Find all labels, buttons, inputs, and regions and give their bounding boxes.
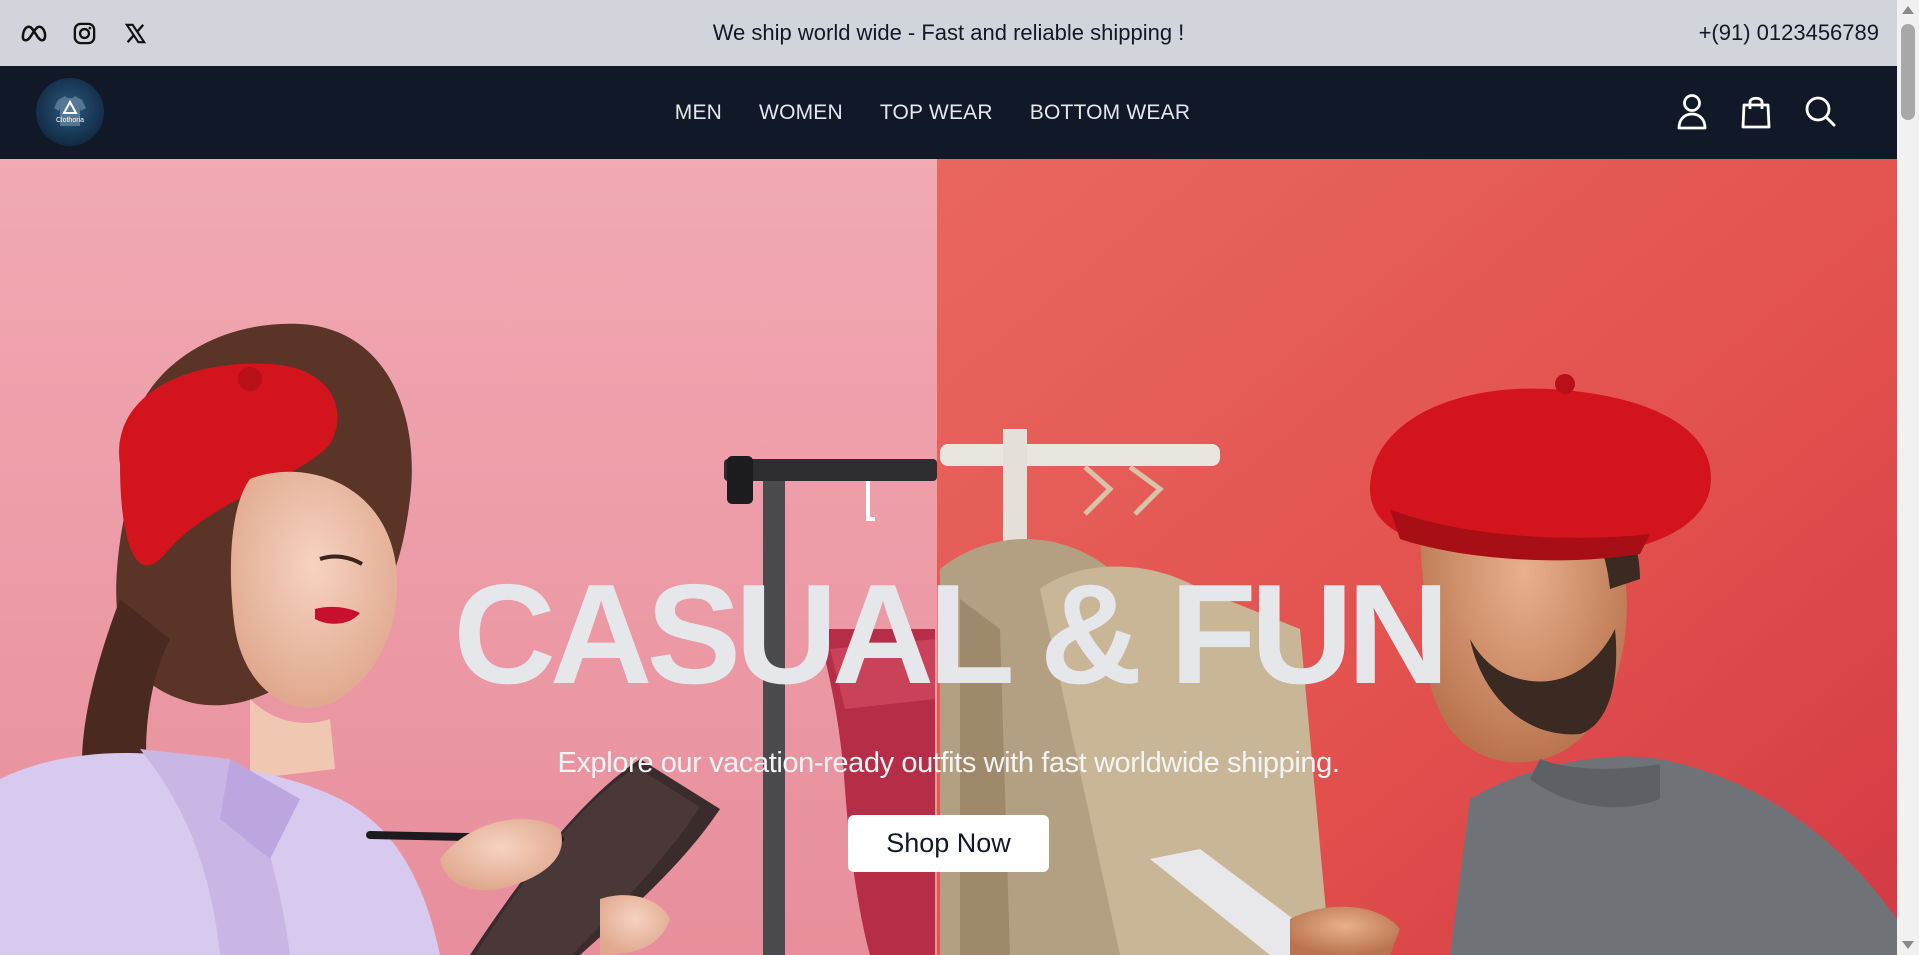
nav-link-bottom-wear[interactable]: BOTTOM WEAR [1030,101,1190,125]
scroll-up-arrow-icon[interactable] [1902,6,1914,14]
nav-actions [1675,92,1837,130]
announcement-text: We ship world wide - Fast and reliable s… [712,20,1185,45]
hero-subtitle: Explore our vacation-ready outfits with … [557,747,1340,779]
nav-links: MEN WOMEN TOP WEAR BOTTOM WEAR [0,66,1897,159]
phone-number[interactable]: +(91) 0123456789 [1699,0,1879,66]
hero-banner: CASUAL & FUN Explore our vacation-ready … [0,159,1897,955]
nav-link-top-wear[interactable]: TOP WEAR [880,101,993,125]
scroll-thumb[interactable] [1901,24,1915,120]
hero-content: CASUAL & FUN Explore our vacation-ready … [0,159,1897,955]
viewport: We ship world wide - Fast and reliable s… [0,0,1897,955]
search-icon[interactable] [1803,92,1837,130]
shopping-bag-icon[interactable] [1739,92,1773,130]
user-icon[interactable] [1675,92,1709,130]
page-scrollbar[interactable] [1897,0,1919,955]
announcement-bar: We ship world wide - Fast and reliable s… [0,0,1897,66]
page: We ship world wide - Fast and reliable s… [0,0,1919,955]
scroll-down-arrow-icon[interactable] [1902,941,1914,949]
hero-title: CASUAL & FUN [453,555,1449,714]
main-navbar: Clothoria MEN WOMEN TOP WEAR BOTTOM WEAR [0,66,1897,159]
nav-link-women[interactable]: WOMEN [759,101,843,125]
nav-link-men[interactable]: MEN [675,101,722,125]
shop-now-button[interactable]: Shop Now [848,815,1049,872]
